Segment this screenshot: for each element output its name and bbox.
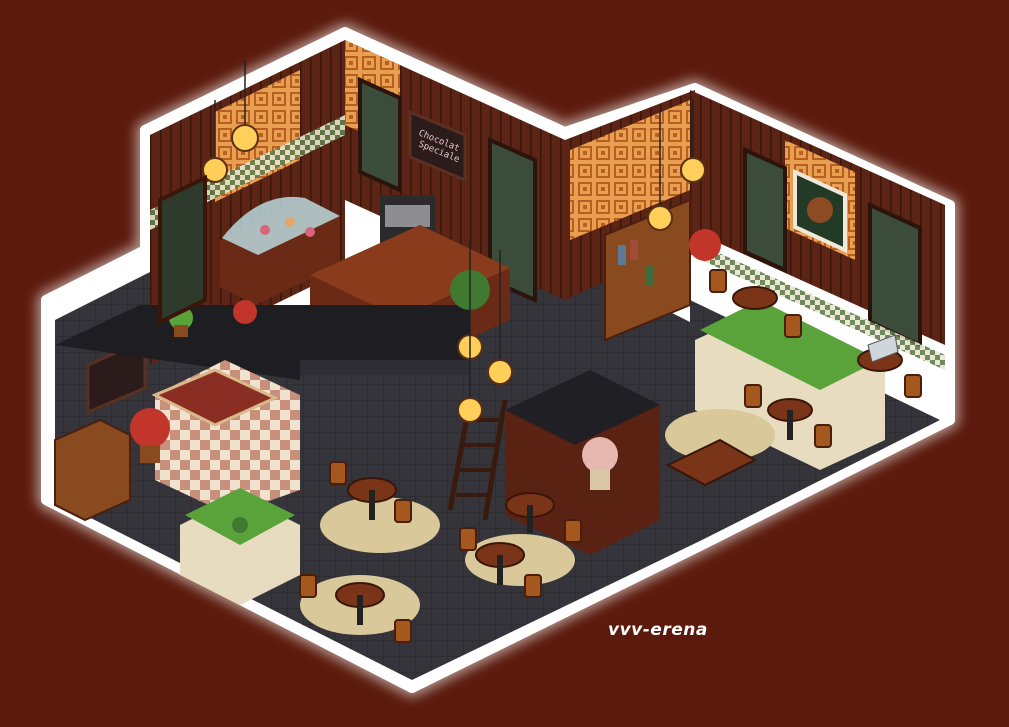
isometric-cafe-room-scene: Chocolat Speciale vvv-erena (0, 0, 1009, 727)
room-illustration: Chocolat Speciale (37, 23, 959, 697)
window-icon (158, 174, 207, 326)
bookshelf-left-icon (54, 418, 131, 522)
rug-left (320, 497, 440, 553)
artist-credit: vvv-erena (608, 620, 708, 640)
